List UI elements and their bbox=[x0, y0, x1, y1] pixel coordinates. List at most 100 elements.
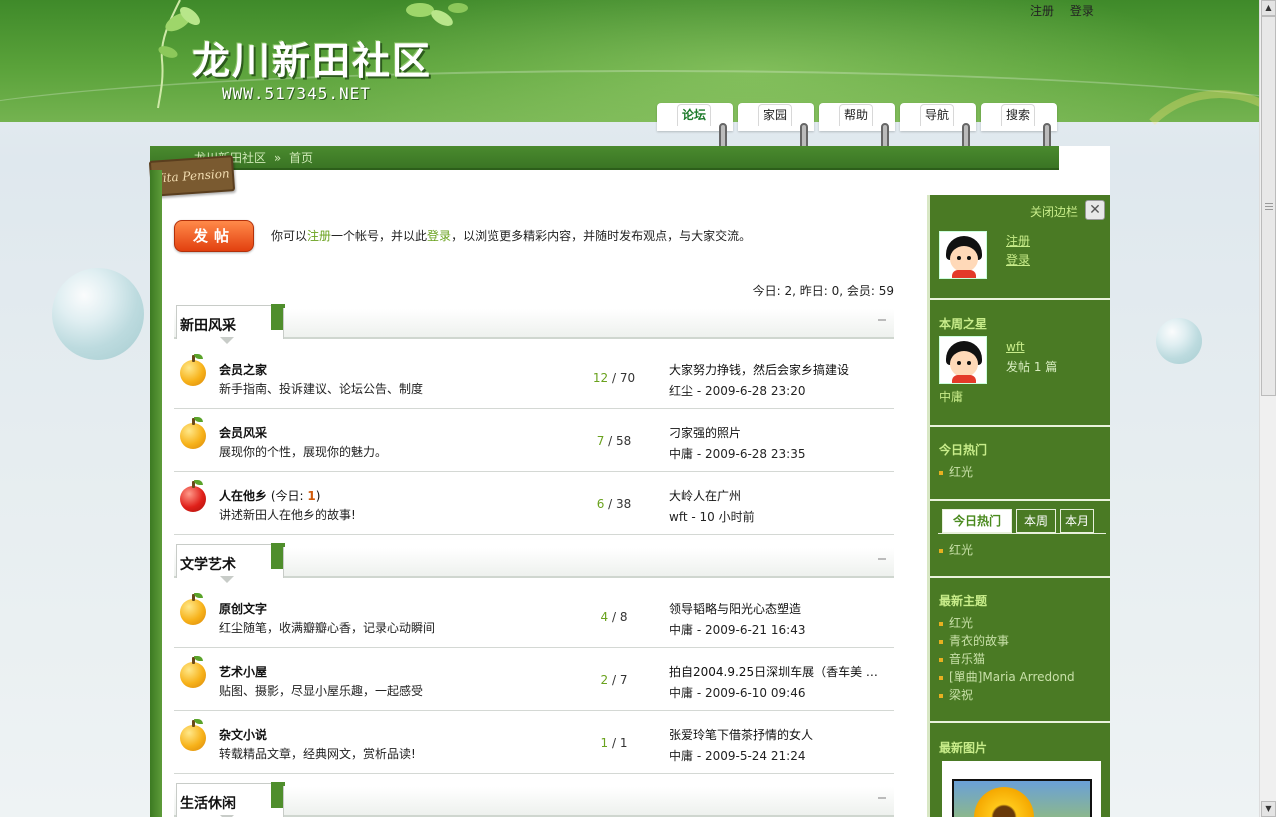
forum-row: 艺术小屋 贴图、摄影，尽显小屋乐趣，一起感受 2 / 7 拍自2004.9.25… bbox=[174, 648, 894, 711]
forum-description: 讲述新田人在他乡的故事! bbox=[219, 508, 356, 522]
tab-label: 搜索 bbox=[1001, 104, 1036, 126]
last-post-meta: 红尘 - 2009-6-28 23:20 bbox=[669, 384, 806, 398]
post-count: 1 bbox=[619, 736, 628, 750]
latest-item[interactable]: 音乐猫 bbox=[939, 650, 985, 667]
top-links: 注册 登录 bbox=[1030, 2, 1106, 19]
top-register-link[interactable]: 注册 bbox=[1030, 4, 1054, 18]
welcome-login-link[interactable]: 登录 bbox=[427, 229, 451, 243]
scrollbar-thumb[interactable] bbox=[1261, 16, 1276, 396]
orange-icon bbox=[180, 354, 206, 386]
sidebar-register-link[interactable]: 注册 bbox=[1006, 232, 1030, 249]
last-post-meta: 中庸 - 2009-6-10 09:46 bbox=[669, 686, 806, 700]
latest-picture-box bbox=[942, 761, 1101, 817]
category-title[interactable]: 新田风采 bbox=[180, 315, 236, 335]
close-sidebar-link[interactable]: 关闭边栏 bbox=[1030, 203, 1078, 220]
last-post-meta: 中庸 - 2009-5-24 21:24 bbox=[669, 749, 806, 763]
today-hot-title: 今日热门 bbox=[939, 443, 988, 457]
category-notch bbox=[220, 337, 234, 344]
last-post-title[interactable]: 大岭人在广州 bbox=[669, 487, 894, 504]
orange-icon bbox=[180, 593, 206, 625]
today-label-end: ) bbox=[315, 489, 321, 503]
latest-item[interactable]: [單曲]Maria Arredond bbox=[939, 668, 1075, 685]
forum-counts: 7 / 58 bbox=[574, 434, 654, 448]
latest-item[interactable]: 梁祝 bbox=[939, 686, 973, 703]
globe-decoration-icon bbox=[1156, 318, 1202, 364]
hot-item[interactable]: 红光 bbox=[939, 463, 973, 480]
forum-description: 红尘随笔，收满瓣瓣心香，记录心动瞬间 bbox=[219, 621, 436, 635]
sidebar-login-panel: 关闭边栏 ✕ 注册 登录 bbox=[930, 195, 1110, 300]
post-count: 38 bbox=[616, 497, 632, 511]
frame-left-border bbox=[150, 170, 162, 817]
forum-counts: 2 / 7 bbox=[574, 673, 654, 687]
close-icon[interactable]: ✕ bbox=[1085, 200, 1105, 220]
site-logo-url: WWW.517345.NET bbox=[222, 84, 371, 103]
tab-today-hot[interactable]: 今日热门 bbox=[942, 509, 1012, 533]
tab-week[interactable]: 本周 bbox=[1016, 509, 1056, 533]
forum-name[interactable]: 杂文小说 bbox=[219, 726, 267, 743]
collapse-icon[interactable] bbox=[878, 797, 886, 799]
topic-count: 2 bbox=[600, 673, 609, 687]
tab-label: 导航 bbox=[920, 104, 955, 126]
category-title[interactable]: 文学艺术 bbox=[180, 554, 236, 574]
new-post-button[interactable]: 发帖 bbox=[174, 220, 254, 252]
site-logo-title[interactable]: 龙川新田社区 bbox=[192, 30, 432, 85]
welcome-text: 一个帐号，并以此 bbox=[331, 229, 428, 243]
forum-row: 会员风采 展现你的个性，展现你的魅力。 7 / 58 刁家强的照片 中庸 - 20… bbox=[174, 409, 894, 472]
red-apple-icon bbox=[180, 480, 206, 512]
star-of-week-title: 本周之星 bbox=[939, 317, 988, 331]
last-post-meta: 中庸 - 2009-6-28 23:35 bbox=[669, 447, 806, 461]
forum-description: 新手指南、投诉建议、论坛公告、制度 bbox=[219, 382, 424, 396]
breadcrumb-bar: 龙川新田社区 » 首页 bbox=[150, 146, 1059, 170]
forum-row: 原创文字 红尘随笔，收满瓣瓣心香，记录心动瞬间 4 / 8 领导韬略与阳光心态塑… bbox=[174, 585, 894, 648]
last-post: 张爱玲笔下借茶抒情的女人 中庸 - 2009-5-24 21:24 bbox=[669, 726, 894, 764]
star-extra-link[interactable]: 中庸 bbox=[939, 388, 963, 405]
forum-name[interactable]: 人在他乡 (今日: 1) bbox=[219, 487, 320, 504]
sidebar-login-link[interactable]: 登录 bbox=[1006, 251, 1030, 268]
scroll-up-arrow-icon[interactable]: ▲ bbox=[1261, 0, 1276, 16]
avatar[interactable] bbox=[939, 336, 987, 384]
last-post-title[interactable]: 拍自2004.9.25日深圳车展（香车美 … bbox=[669, 663, 894, 680]
last-post: 大家努力挣钱，然后会家乡搞建设 红尘 - 2009-6-28 23:20 bbox=[669, 361, 894, 399]
count-separator: / bbox=[608, 736, 620, 750]
vertical-scrollbar[interactable]: ▲ ▼ bbox=[1259, 0, 1276, 817]
star-post-count: 发帖 1 篇 bbox=[1006, 360, 1058, 374]
count-separator: / bbox=[608, 673, 620, 687]
header-banner: 龙川新田社区 WWW.517345.NET 注册 登录 bbox=[0, 0, 1259, 122]
last-post-title[interactable]: 领导韬略与阳光心态塑造 bbox=[669, 600, 894, 617]
topic-count: 12 bbox=[592, 371, 609, 385]
forum-name[interactable]: 原创文字 bbox=[219, 600, 267, 617]
star-user-link[interactable]: wft bbox=[1006, 340, 1025, 354]
last-post-title[interactable]: 大家努力挣钱，然后会家乡搞建设 bbox=[669, 361, 894, 378]
forum-name[interactable]: 会员风采 bbox=[219, 424, 267, 441]
sunflower-photo[interactable] bbox=[952, 779, 1092, 817]
top-login-link[interactable]: 登录 bbox=[1070, 4, 1094, 18]
category-accent bbox=[271, 784, 283, 808]
category-accent bbox=[271, 306, 283, 330]
forum-counts: 12 / 70 bbox=[574, 371, 654, 385]
sidebar-today-hot-panel: 今日热门 红光 bbox=[930, 427, 1110, 501]
welcome-message: 你可以注册一个帐号，并以此登录，以浏览更多精彩内容，并随时发布观点，与大家交流。 bbox=[271, 227, 751, 244]
tab-month[interactable]: 本月 bbox=[1060, 509, 1094, 533]
forum-name[interactable]: 会员之家 bbox=[219, 361, 267, 378]
latest-item[interactable]: 青衣的故事 bbox=[939, 632, 1009, 649]
hot-item[interactable]: 红光 bbox=[939, 541, 973, 558]
scroll-down-arrow-icon[interactable]: ▼ bbox=[1261, 801, 1276, 817]
forum-name[interactable]: 艺术小屋 bbox=[219, 663, 267, 680]
latest-item[interactable]: 红光 bbox=[939, 614, 973, 631]
category-title[interactable]: 生活休闲 bbox=[180, 793, 236, 813]
sidebar-star-panel: 本周之星 wft 发帖 1 篇 中庸 bbox=[930, 300, 1110, 427]
collapse-icon[interactable] bbox=[878, 558, 886, 560]
forum-description: 贴图、摄影，尽显小屋乐趣，一起感受 bbox=[219, 684, 424, 698]
welcome-register-link[interactable]: 注册 bbox=[307, 229, 331, 243]
last-post-title[interactable]: 刁家强的照片 bbox=[669, 424, 894, 441]
last-post-title[interactable]: 张爱玲笔下借茶抒情的女人 bbox=[669, 726, 894, 743]
post-count: 8 bbox=[619, 610, 628, 624]
orange-icon bbox=[180, 719, 206, 751]
forum-row: 人在他乡 (今日: 1) 讲述新田人在他乡的故事! 6 / 38 大岭人在广州 w… bbox=[174, 472, 894, 535]
last-post: 拍自2004.9.25日深圳车展（香车美 … 中庸 - 2009-6-10 09:… bbox=[669, 663, 894, 701]
tab-label: 帮助 bbox=[839, 104, 874, 126]
category-header: 新田风采 bbox=[174, 304, 894, 344]
collapse-icon[interactable] bbox=[878, 319, 886, 321]
sidebar: 关闭边栏 ✕ 注册 登录 本周之星 wft 发帖 1 篇 中庸 今日热门 红光 … bbox=[927, 195, 1110, 817]
category-header: 文学艺术 bbox=[174, 543, 894, 583]
